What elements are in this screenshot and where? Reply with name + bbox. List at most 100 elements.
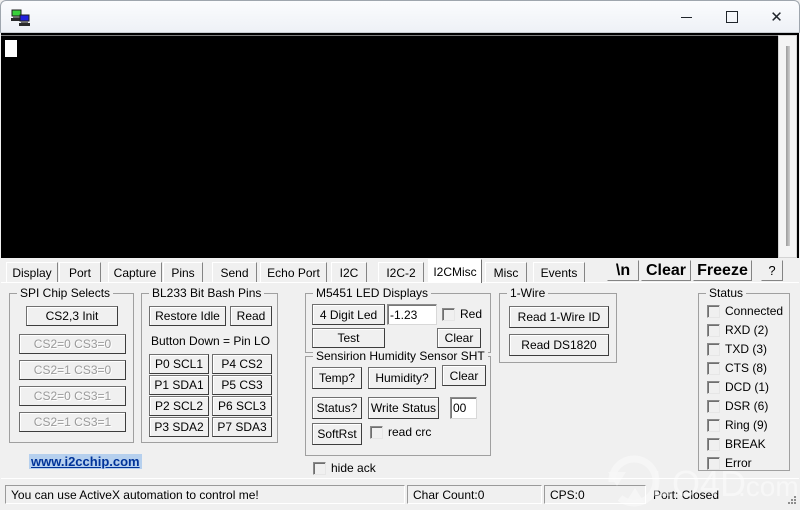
status-indicator-label: RXD (2) [725, 323, 769, 337]
status-indicator-label: BREAK [725, 437, 766, 451]
terminal-output[interactable] [1, 35, 778, 258]
cs2-0-cs3-0-button[interactable]: CS2=0 CS3=0 [19, 334, 126, 354]
sht-status-value-input[interactable]: 00 [450, 397, 477, 419]
status-item-txd-3-: TXD (3) [707, 342, 767, 356]
status-indicator-box [707, 323, 720, 337]
pin-p1-sda1-button[interactable]: P1 SDA1 [149, 375, 209, 395]
tab-port[interactable]: Port [59, 262, 101, 282]
cs23-init-button[interactable]: CS2,3 Init [26, 306, 118, 326]
sht-group-label: Sensirion Humidity Sensor SHT [313, 349, 488, 363]
status-indicator-box [707, 342, 720, 356]
sht-clear-button[interactable]: Clear [442, 365, 486, 386]
tab-i2cmisc[interactable]: I2CMisc [428, 259, 482, 283]
status-indicator-box [707, 380, 720, 394]
read-1wire-id-button[interactable]: Read 1-Wire ID [509, 306, 609, 328]
read-crc-checkbox-label: read crc [388, 425, 432, 439]
led-value-input[interactable]: -1.23 [387, 304, 437, 325]
tab-i2c-2[interactable]: I2C-2 [378, 262, 424, 282]
status-group-label: Status [706, 286, 747, 300]
pin-p0-scl1-button[interactable]: P0 SCL1 [149, 354, 209, 374]
status-indicator-label: Connected [725, 304, 784, 318]
close-button[interactable]: ✕ [754, 1, 799, 33]
status-indicator-box [707, 418, 720, 432]
read-crc-checkbox[interactable]: read crc [370, 425, 431, 439]
temp-button[interactable]: Temp? [312, 367, 362, 389]
tab-content-i2cmisc: SPI Chip Selects CS2,3 Init CS2=0 CS3=0 … [1, 282, 799, 478]
minimize-button[interactable] [664, 1, 709, 33]
i2cchip-website-link[interactable]: www.i2cchip.com [29, 454, 142, 469]
status-indicator-box [707, 399, 720, 413]
network-computers-icon [11, 9, 31, 27]
status-item-connected: Connected [707, 304, 783, 318]
spi-group-label: SPI Chip Selects [17, 286, 114, 300]
tab-events[interactable]: Events [533, 262, 585, 282]
tab-i2c[interactable]: I2C [331, 262, 367, 282]
pin-p3-sda2-button[interactable]: P3 SDA2 [149, 417, 209, 437]
char-count-cell: Char Count:0 [407, 485, 542, 504]
status-indicator-box [707, 361, 720, 375]
terminal-scrollbar[interactable] [778, 35, 797, 258]
softrst-button[interactable]: SoftRst [312, 423, 362, 445]
status-group: Status Connected RXD (2) TXD (3) CTS (8) DCD… [698, 286, 790, 471]
four-digit-led-button[interactable]: 4 Digit Led [312, 304, 385, 325]
led-clear-button[interactable]: Clear [437, 328, 481, 348]
status-item-ring-9-: Ring (9) [707, 418, 768, 432]
window-controls: ✕ [664, 1, 799, 33]
led-group-label: M5451 LED Displays [313, 286, 432, 300]
terminal-caret [5, 40, 17, 57]
status-indicator-label: TXD (3) [725, 342, 767, 356]
led-test-button[interactable]: Test [312, 328, 385, 348]
hide-ack-checkbox[interactable]: hide ack [313, 461, 376, 475]
maximize-button[interactable] [709, 1, 754, 33]
humidity-button[interactable]: Humidity? [368, 367, 436, 389]
write-status-button[interactable]: Write Status [368, 397, 439, 419]
cs2-0-cs3-1-button[interactable]: CS2=0 CS3=1 [19, 386, 126, 406]
status-item-break: BREAK [707, 437, 766, 451]
red-checkbox-label: Red [460, 307, 483, 321]
read-ds1820-button[interactable]: Read DS1820 [509, 334, 609, 356]
status-indicator-box [707, 456, 720, 470]
newline-button[interactable]: \n [607, 260, 639, 281]
tab-send[interactable]: Send [212, 262, 257, 282]
red-checkbox[interactable]: Red [442, 307, 482, 321]
freeze-button[interactable]: Freeze [693, 260, 752, 281]
status-item-rxd-2-: RXD (2) [707, 323, 768, 337]
status-indicator-box [707, 304, 720, 318]
sht-sensor-group: Sensirion Humidity Sensor SHT Temp? Humi… [305, 349, 491, 456]
restore-idle-button[interactable]: Restore Idle [149, 306, 226, 326]
help-button[interactable]: ? [761, 260, 783, 281]
tab-pins[interactable]: Pins [163, 262, 203, 282]
status-item-dcd-1-: DCD (1) [707, 380, 769, 394]
pin-p6-scl3-button[interactable]: P6 SCL3 [212, 396, 272, 416]
pin-p5-cs3-button[interactable]: P5 CS3 [212, 375, 272, 395]
read-button[interactable]: Read [230, 306, 272, 326]
tab-bar: Display Port Capture Pins Send Echo Port I2C I2… [1, 258, 799, 283]
hide-ack-checkbox-box[interactable] [313, 461, 326, 475]
status-indicator-label: DCD (1) [725, 380, 769, 394]
pin-p2-scl2-button[interactable]: P2 SCL2 [149, 396, 209, 416]
bitbash-pins-group: BL233 Bit Bash Pins Restore Idle Read Bu… [141, 286, 278, 443]
status-item-error: Error [707, 456, 752, 470]
resize-grip[interactable] [783, 493, 797, 507]
terminal-panel [1, 33, 799, 258]
tab-echo-port[interactable]: Echo Port [260, 262, 327, 282]
onewire-group-label: 1-Wire [507, 286, 549, 300]
tab-capture[interactable]: Capture [108, 262, 162, 282]
cs2-1-cs3-1-button[interactable]: CS2=1 CS3=1 [19, 412, 126, 432]
status-indicator-label: Ring (9) [725, 418, 768, 432]
red-checkbox-box[interactable] [442, 307, 455, 321]
clear-button[interactable]: Clear [641, 260, 691, 281]
m5451-led-group: M5451 LED Displays 4 Digit Led -1.23 Red… [305, 286, 491, 353]
status-indicator-label: DSR (6) [725, 399, 769, 413]
tab-misc[interactable]: Misc [485, 262, 527, 282]
cs2-1-cs3-0-button[interactable]: CS2=1 CS3=0 [19, 360, 126, 380]
pin-p4-cs2-button[interactable]: P4 CS2 [212, 354, 272, 374]
scrollbar-thumb[interactable] [786, 46, 790, 246]
cps-cell: CPS:0 [544, 485, 646, 504]
tab-display[interactable]: Display [6, 262, 58, 282]
hide-ack-checkbox-label: hide ack [331, 461, 376, 475]
pin-p7-sda3-button[interactable]: P7 SDA3 [212, 417, 272, 437]
sht-status-button[interactable]: Status? [312, 397, 362, 419]
bitbash-group-label: BL233 Bit Bash Pins [149, 286, 265, 300]
read-crc-checkbox-box[interactable] [370, 425, 383, 439]
